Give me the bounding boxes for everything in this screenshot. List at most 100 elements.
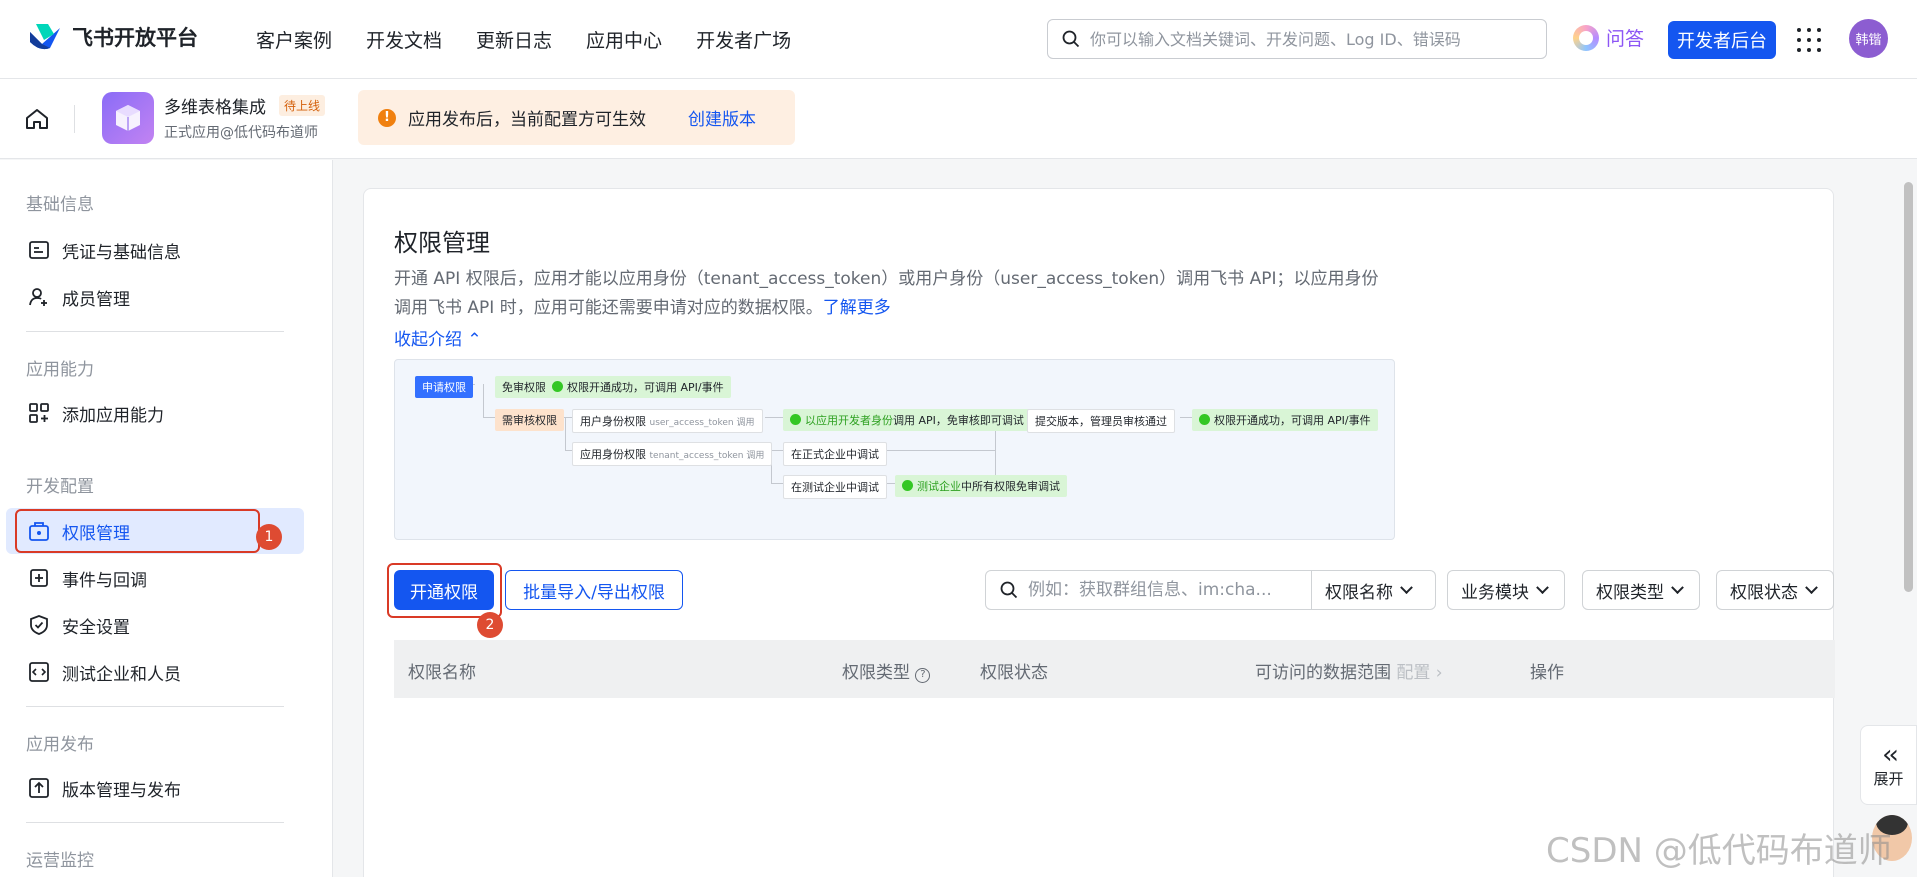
events-icon [30, 569, 48, 587]
sidebar-group-ops: 运营监控 [26, 851, 94, 871]
test-icon [902, 480, 913, 491]
batch-import-export-button[interactable]: 批量导入/导出权限 [505, 570, 683, 610]
sidebar-item-label: 添加应用能力 [62, 405, 164, 426]
doc-search-box[interactable] [1047, 19, 1547, 59]
app-name: 多维表格集成 [164, 98, 266, 118]
sidebar-group-release: 应用发布 [26, 735, 94, 755]
sidebar-item-label: 版本管理与发布 [62, 780, 181, 801]
nav-app-center[interactable]: 应用中心 [586, 26, 662, 53]
user-avatar[interactable]: 韩锴 [1849, 19, 1888, 58]
sidebar-item-label: 安全设置 [62, 617, 130, 638]
add-member-icon [29, 288, 47, 306]
th-permission-name: 权限名称 [408, 663, 476, 683]
learn-more-link[interactable]: 了解更多 [823, 298, 891, 318]
collapse-label: 收起介绍 [394, 330, 462, 350]
main-nav: 客户案例 开发文档 更新日志 应用中心 开发者广场 [256, 26, 825, 53]
sidebar-item-members[interactable]: 成员管理 [6, 274, 304, 320]
header-divider [74, 105, 75, 133]
help-icon[interactable]: ? [915, 668, 931, 683]
sidebar-group-capability: 应用能力 [26, 360, 94, 380]
check-icon [552, 381, 563, 392]
sidebar-divider [26, 331, 284, 332]
top-navbar: 飞书开放平台 客户案例 开发文档 更新日志 应用中心 开发者广场 问答 开发者后… [0, 0, 1917, 79]
nav-dev-plaza[interactable]: 开发者广场 [696, 26, 791, 53]
notice-text: 应用发布后，当前配置方可生效 [408, 110, 646, 130]
sidebar-item-label: 凭证与基础信息 [62, 242, 181, 263]
chevron-down-icon [1400, 580, 1413, 594]
expand-panel-button[interactable]: ‹‹ 展开 [1860, 725, 1917, 805]
chevron-down-icon [1671, 580, 1684, 594]
annotation-box-2 [387, 563, 502, 618]
sidebar-item-label: 测试企业和人员 [62, 664, 181, 685]
scrollbar-thumb[interactable] [1904, 182, 1913, 592]
sidebar-item-label: 成员管理 [62, 289, 130, 310]
filter-permission-name[interactable]: 权限名称 [1312, 570, 1436, 610]
page-title: 权限管理 [394, 229, 490, 257]
qa-icon [1573, 24, 1599, 51]
sidebar-item-credentials[interactable]: 凭证与基础信息 [6, 227, 304, 273]
feishu-logo-icon [30, 24, 60, 50]
flow-apply: 申请权限 [415, 376, 473, 398]
th-permission-type: 权限类型 ? [842, 658, 931, 683]
flow-user-perm: 用户身份权限 user_access_token 调用 [572, 409, 763, 433]
watermark: CSDN @低代码布道师 [1546, 831, 1892, 871]
permission-search-box[interactable] [985, 570, 1312, 610]
permission-flow-diagram: 申请权限 免审权限 权限开通成功，可调用 API/事件 需审核权限 用户身份权限… [394, 359, 1395, 540]
annotation-badge-1: 1 [256, 524, 282, 550]
create-version-link[interactable]: 创建版本 [688, 105, 756, 130]
publish-notice: ! 应用发布后，当前配置方可生效 创建版本 [358, 90, 795, 145]
chevron-down-icon [1536, 580, 1549, 594]
permission-search-input[interactable] [1028, 580, 1308, 600]
dev-icon [790, 414, 801, 425]
app-subtitle: 正式应用@低代码布道师 [164, 125, 318, 141]
sidebar-divider [26, 822, 284, 823]
th-permission-status: 权限状态 [980, 663, 1048, 683]
sidebar-item-versions[interactable]: 版本管理与发布 [6, 765, 304, 811]
warning-icon: ! [378, 108, 396, 127]
sidebar-item-add-capability[interactable]: 添加应用能力 [6, 390, 304, 436]
filter-permission-status[interactable]: 权限状态 [1716, 570, 1834, 610]
nav-changelog[interactable]: 更新日志 [476, 26, 552, 53]
code-icon [29, 662, 49, 682]
th-operations: 操作 [1530, 663, 1564, 683]
sidebar-item-test-tenant[interactable]: 测试企业和人员 [6, 649, 304, 695]
shield-icon [30, 615, 48, 635]
nav-customer-cases[interactable]: 客户案例 [256, 26, 332, 53]
home-icon[interactable] [24, 107, 50, 131]
flow-need-review: 需审核权限 [495, 409, 564, 431]
qa-button[interactable]: 问答 [1573, 24, 1644, 51]
permission-management-card: 权限管理 开通 API 权限后，应用才能以应用身份（tenant_access_… [363, 188, 1835, 877]
double-chevron-left-icon: ‹‹ [1882, 739, 1899, 770]
app-header-bar: 多维表格集成 待上线 正式应用@低代码布道师 ! 应用发布后，当前配置方可生效 … [0, 79, 1917, 159]
sidebar: 基础信息 凭证与基础信息 成员管理 应用能力 添加应用能力 开发配置 权限管理 … [0, 160, 333, 877]
filter-permission-type[interactable]: 权限类型 [1582, 570, 1700, 610]
add-capability-icon [29, 403, 49, 423]
sidebar-item-events[interactable]: 事件与回调 [6, 555, 304, 601]
doc-search-input[interactable] [1090, 29, 1530, 49]
feishu-logo[interactable]: 飞书开放平台 [28, 22, 198, 52]
sidebar-group-dev-config: 开发配置 [26, 477, 94, 497]
filter-business-module[interactable]: 业务模块 [1447, 570, 1565, 610]
sidebar-group-basic: 基础信息 [26, 195, 94, 215]
chevron-down-icon [1805, 580, 1818, 594]
apps-grid-icon[interactable] [1797, 28, 1821, 52]
sidebar-item-label: 事件与回调 [62, 570, 147, 591]
credentials-icon [29, 241, 49, 259]
annotation-badge-2: 2 [477, 612, 503, 638]
dev-console-button[interactable]: 开发者后台 [1668, 21, 1776, 59]
sidebar-item-security[interactable]: 安全设置 [6, 602, 304, 648]
logo-text: 飞书开放平台 [72, 26, 198, 50]
flow-app-perm: 应用身份权限 tenant_access_token 调用 [572, 442, 773, 466]
flow-test-all: 测试企业中所有权限免审调试 [895, 475, 1067, 497]
app-cube-icon [102, 92, 154, 144]
qa-label: 问答 [1606, 28, 1645, 50]
app-status-tag: 待上线 [279, 95, 326, 116]
collapse-intro-toggle[interactable]: 收起介绍 ⌃ [394, 325, 482, 350]
flow-formal-debug: 在正式企业中调试 [783, 442, 887, 466]
check-icon [1199, 414, 1210, 425]
flow-success-2: 权限开通成功，可调用 API/事件 [1192, 409, 1378, 431]
nav-dev-docs[interactable]: 开发文档 [366, 26, 442, 53]
annotation-box-1 [15, 509, 260, 553]
flow-test-debug: 在测试企业中调试 [783, 475, 887, 499]
scope-config-link[interactable]: 配置 › [1396, 663, 1442, 683]
